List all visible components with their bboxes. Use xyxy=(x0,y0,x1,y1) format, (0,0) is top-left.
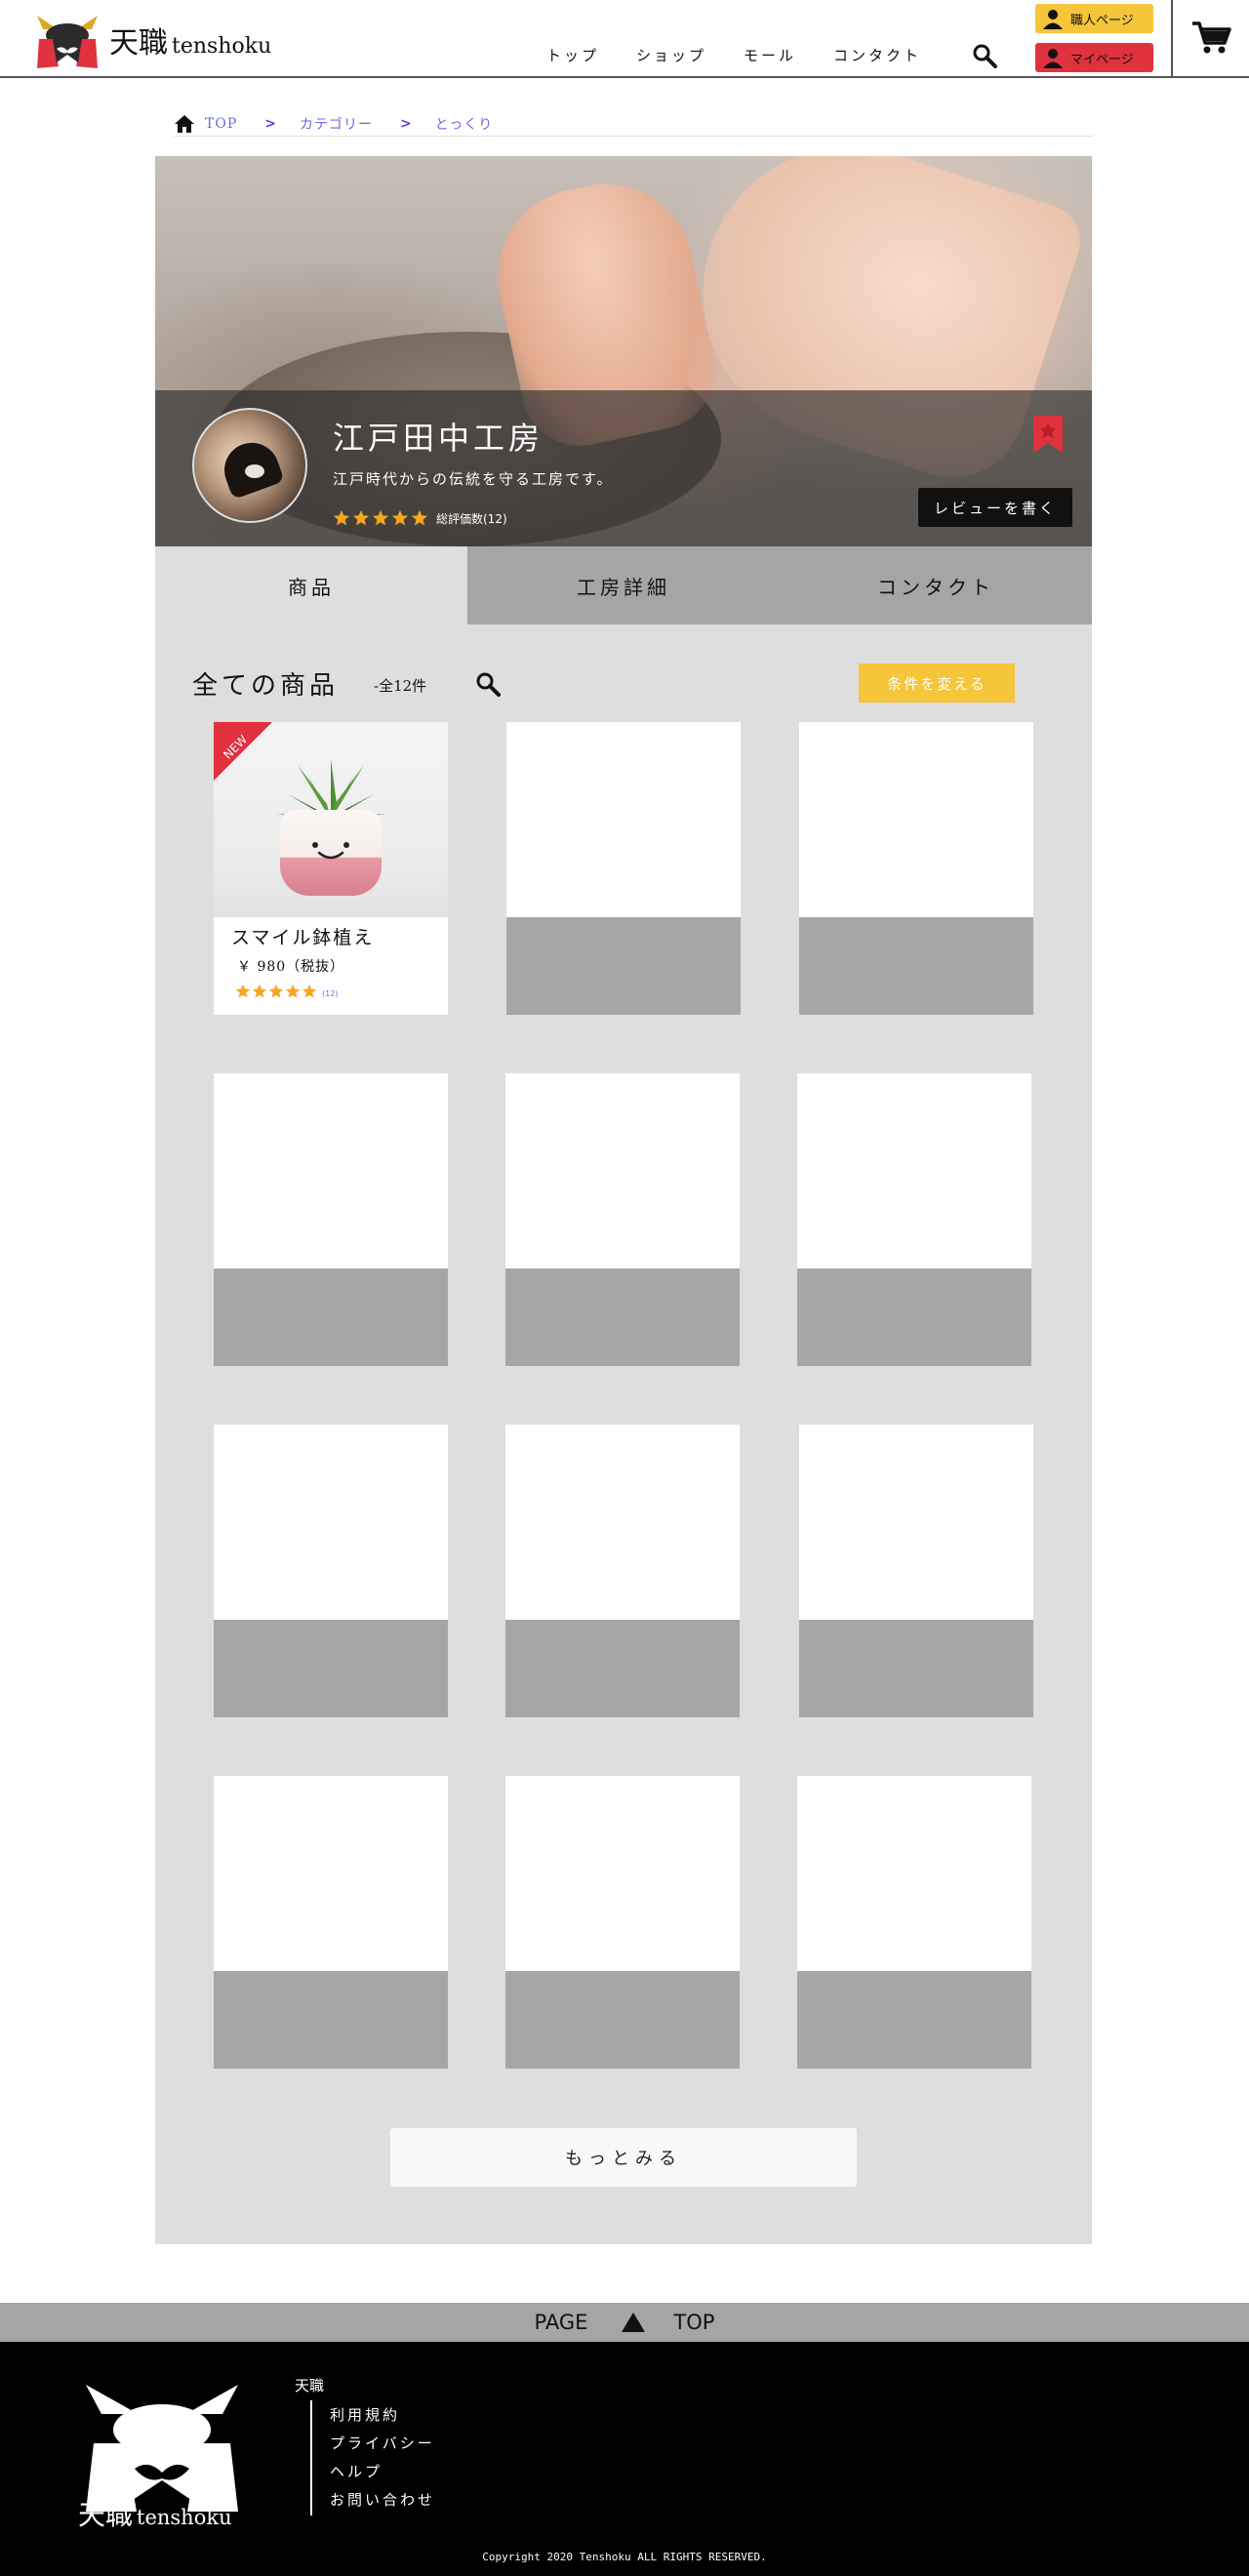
tab-workshop-details[interactable]: 工房詳細 xyxy=(467,546,780,624)
footer-link-help[interactable]: ヘルプ xyxy=(330,2461,435,2489)
section-title: 全ての商品 xyxy=(192,671,340,701)
breadcrumb-separator: > xyxy=(264,115,276,132)
page-top-label-right: TOP xyxy=(673,2311,715,2334)
page-top-label-left: PAGE xyxy=(534,2311,588,2334)
shop-rating: 総評価数(12) xyxy=(333,509,507,527)
page-top-button[interactable]: PAGE TOP xyxy=(0,2303,1249,2342)
breadcrumb: TOP > カテゴリー > とっくり xyxy=(174,111,1093,137)
breadcrumb-separator: > xyxy=(399,115,412,132)
my-page-button[interactable]: マイページ xyxy=(1035,43,1153,72)
star-icon xyxy=(252,984,267,998)
product-card-placeholder[interactable] xyxy=(214,1425,448,1717)
product-card[interactable]: NEW スマイル鉢植え ￥ 980（税抜） (12) xyxy=(214,722,448,1015)
search-icon[interactable] xyxy=(972,43,997,68)
shop-review-count: 総評価数(12) xyxy=(436,511,507,526)
my-page-label: マイページ xyxy=(1070,52,1134,67)
site-footer: 天職 tenshoku 天職 利用規約 プライバシー ヘルプ お問い合わせ Co… xyxy=(0,2342,1249,2576)
main-nav: トップ ショップ モール コンタクト xyxy=(546,45,958,65)
nav-mall[interactable]: モール xyxy=(744,45,796,65)
footer-link-contact[interactable]: お問い合わせ xyxy=(330,2489,435,2517)
product-count: -全12件 xyxy=(374,677,427,695)
product-card-placeholder[interactable] xyxy=(506,722,741,1015)
product-price: ￥ 980（税抜） xyxy=(237,959,345,975)
star-icon xyxy=(333,509,350,526)
breadcrumb-current[interactable]: とっくり xyxy=(435,114,494,134)
footer-divider xyxy=(310,2400,312,2516)
footer-brand: 天職 xyxy=(295,2377,325,2395)
footer-links: 利用規約 プライバシー ヘルプ お問い合わせ xyxy=(330,2404,435,2517)
star-icon xyxy=(235,984,251,998)
footer-logo-roman: tenshoku xyxy=(137,2506,232,2529)
artisan-page-button[interactable]: 職人ページ xyxy=(1035,4,1153,33)
product-rating: (12) xyxy=(235,984,338,999)
product-card-placeholder[interactable] xyxy=(214,1073,448,1366)
shop-avatar xyxy=(192,408,307,523)
change-filter-button[interactable]: 条件を変える xyxy=(859,664,1015,703)
products-panel: 全ての商品 -全12件 条件を変える NEW スマイル鉢植え ￥ 980（税抜）… xyxy=(155,624,1092,2244)
header-divider xyxy=(1171,0,1173,78)
load-more-button[interactable]: もっとみる xyxy=(390,2128,857,2187)
artisan-page-label: 職人ページ xyxy=(1070,13,1134,28)
shop-description: 江戸時代からの伝統を守る工房です。 xyxy=(333,470,614,488)
write-review-button[interactable]: レビューを書く xyxy=(918,488,1072,527)
user-icon xyxy=(1043,49,1063,68)
nav-shop[interactable]: ショップ xyxy=(636,45,706,65)
product-grid: NEW スマイル鉢植え ￥ 980（税抜） (12) xyxy=(214,722,1043,2069)
product-card-placeholder[interactable] xyxy=(799,1425,1033,1717)
arrow-up-icon xyxy=(622,2313,646,2332)
new-badge: NEW xyxy=(214,722,272,781)
shop-hero: 江戸田中工房 江戸時代からの伝統を守る工房です。 総評価数(12) レビューを書… xyxy=(155,156,1092,546)
tab-products[interactable]: 商品 xyxy=(155,546,467,624)
smiling-pot-image xyxy=(280,810,382,896)
star-icon xyxy=(411,509,428,526)
star-icon xyxy=(285,984,301,998)
product-name: スマイル鉢植え xyxy=(231,927,375,948)
logo-roman: tenshoku xyxy=(172,34,272,59)
samurai-helmet-logo-icon xyxy=(37,16,98,68)
product-review-count: (12) xyxy=(322,988,339,998)
product-card-placeholder[interactable] xyxy=(799,722,1033,1015)
nav-top[interactable]: トップ xyxy=(546,45,599,65)
site-logo[interactable]: 天職 tenshoku xyxy=(33,8,287,72)
product-card-placeholder[interactable] xyxy=(505,1776,740,2069)
product-card-placeholder[interactable] xyxy=(505,1425,740,1717)
star-icon xyxy=(302,984,317,998)
star-icon xyxy=(391,509,409,526)
user-icon xyxy=(1043,10,1063,29)
home-icon[interactable] xyxy=(174,114,195,134)
footer-logo-text: 天職 tenshoku xyxy=(78,2494,232,2533)
star-icon xyxy=(352,509,370,526)
footer-link-privacy[interactable]: プライバシー xyxy=(330,2433,435,2461)
product-card-placeholder[interactable] xyxy=(214,1776,448,2069)
shop-tabs: 商品 工房詳細 コンタクト xyxy=(155,546,1092,624)
logo-kanji: 天職 xyxy=(109,26,168,60)
site-header: 天職 tenshoku トップ ショップ モール コンタクト 職人ページ マイペ… xyxy=(0,0,1249,78)
shop-info-overlay: 江戸田中工房 江戸時代からの伝統を守る工房です。 総評価数(12) レビューを書… xyxy=(155,390,1092,546)
star-icon xyxy=(372,509,389,526)
nav-contact[interactable]: コンタクト xyxy=(833,45,921,65)
footer-logo-kanji: 天職 xyxy=(78,2499,134,2531)
product-card-footer: スマイル鉢植え ￥ 980（税抜） (12) xyxy=(214,917,448,1015)
breadcrumb-top[interactable]: TOP xyxy=(205,116,237,132)
copyright: Copyright 2020 Tenshoku ALL RIGHTS RESER… xyxy=(482,2551,767,2563)
star-icon xyxy=(268,984,284,998)
tab-contact[interactable]: コンタクト xyxy=(780,546,1092,624)
breadcrumb-category[interactable]: カテゴリー xyxy=(300,114,373,134)
product-image: NEW xyxy=(214,722,448,917)
shop-name: 江戸田中工房 xyxy=(333,420,544,457)
bookmark-icon[interactable] xyxy=(1031,414,1065,455)
product-card-placeholder[interactable] xyxy=(797,1776,1031,2069)
search-icon[interactable] xyxy=(475,671,501,697)
footer-link-terms[interactable]: 利用規約 xyxy=(330,2404,435,2433)
product-card-placeholder[interactable] xyxy=(797,1073,1031,1366)
product-card-placeholder[interactable] xyxy=(505,1073,740,1366)
cart-icon[interactable] xyxy=(1190,18,1231,57)
